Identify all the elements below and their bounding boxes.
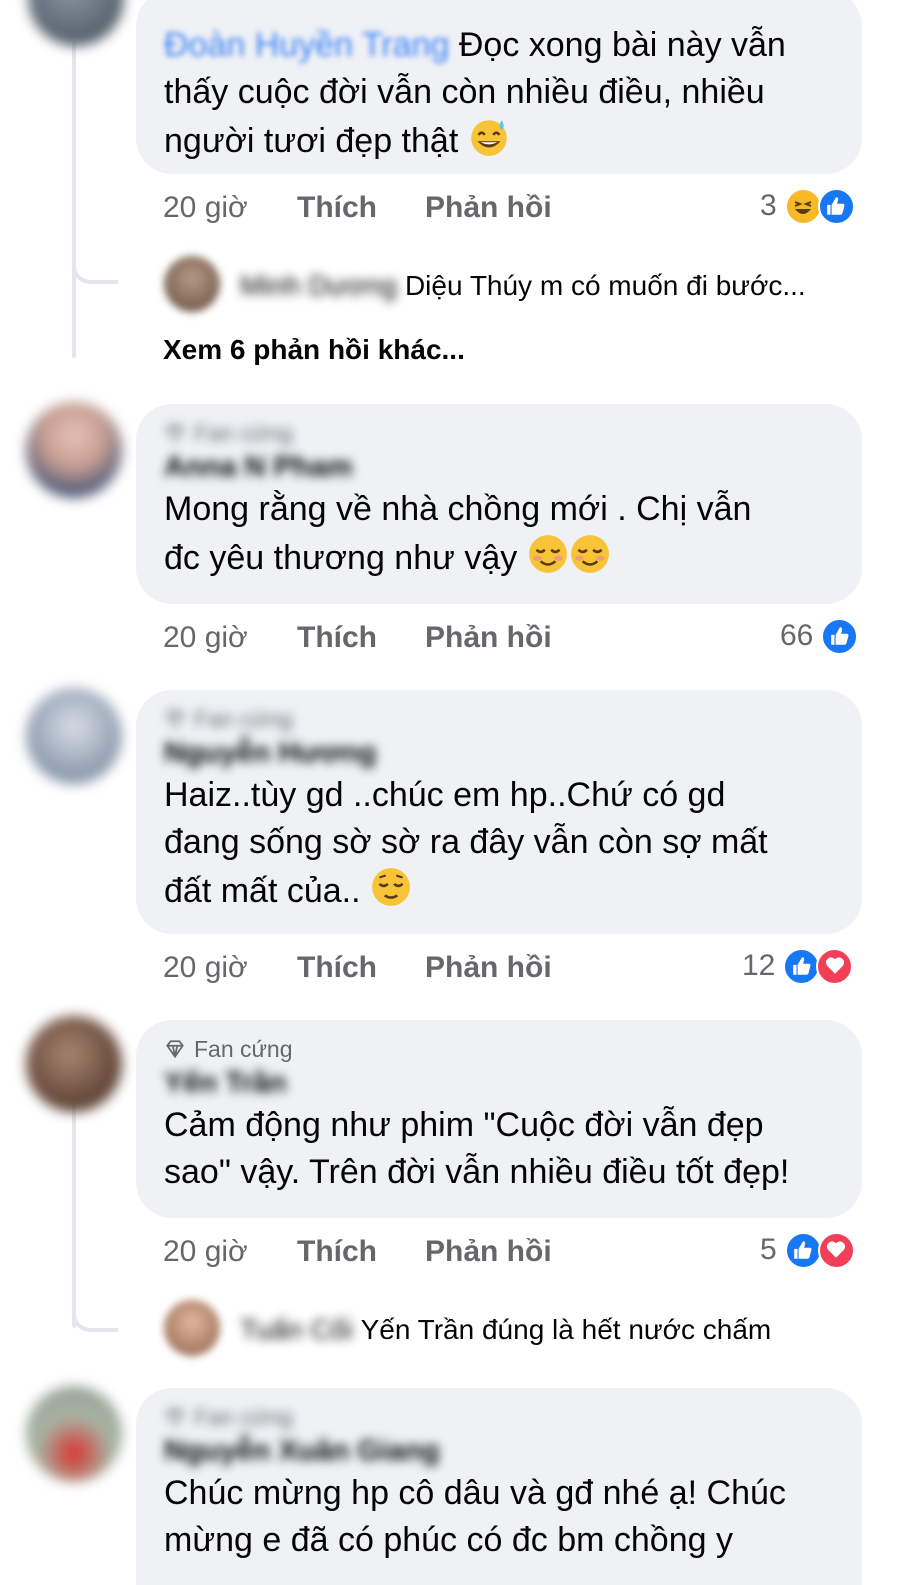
thread-connector [72, 1288, 118, 1332]
reply-text: Yến Trần đúng là hết nước chấm [360, 1314, 772, 1345]
reaction-summary[interactable]: 3 [760, 186, 855, 226]
comment-actions: 20 giờ Thích Phản hồi [163, 1232, 552, 1272]
comment-text: đc yêu thương như vậy [164, 533, 834, 582]
comment-text: Đoàn Huyền Trang Đọc xong bài này vẫn [164, 26, 786, 64]
sweat-smile-emoji [470, 120, 507, 156]
comment-text: Cảm động như phim "Cuộc đời vẫn đẹp [164, 1106, 764, 1144]
reply-author[interactable]: Minh Dương [240, 270, 397, 302]
reaction-count: 66 [780, 619, 814, 652]
commenter-avatar[interactable] [28, 0, 124, 46]
comment-text: người tươi đẹp thật [164, 116, 834, 165]
thread-line [72, 40, 76, 358]
comment-author[interactable]: Anna N Pham [164, 448, 834, 486]
reply-button[interactable]: Phản hồi [425, 1235, 552, 1269]
reply-preview[interactable]: Tuấn Cối Yến Trần đúng là hết nước chấm [240, 1310, 771, 1350]
comment-bubble: Fan cứng Yến Trần Cảm động như phim "Cuộ… [136, 1020, 862, 1218]
love-icon [817, 1231, 855, 1269]
comment-actions: 20 giờ Thích Phản hồi [163, 618, 552, 658]
reaction-summary[interactable]: 5 [760, 1230, 855, 1270]
like-icon [784, 1231, 822, 1269]
reply-text: Diệu Thúy m có muốn đi bước... [404, 270, 806, 301]
comment-time[interactable]: 20 giờ [163, 191, 297, 225]
reaction-count: 5 [760, 1233, 777, 1266]
comment-text: mừng e đã có phúc có đc bm chồng y [164, 1521, 733, 1559]
fan-badge: Fan cứng [164, 704, 834, 734]
like-icon [783, 947, 821, 985]
comment-time[interactable]: 20 giờ [163, 621, 297, 655]
reply-button[interactable]: Phản hồi [425, 951, 552, 985]
comment-text: Haiz..tùy gd ..chúc em hp..Chứ có gd [164, 776, 726, 814]
comment-time[interactable]: 20 giờ [163, 951, 297, 985]
like-icon [817, 187, 855, 225]
commenter-avatar[interactable] [26, 1386, 122, 1482]
reaction-summary[interactable]: 12 [742, 946, 854, 986]
reply-author[interactable]: Tuấn Cối [240, 1314, 353, 1346]
relieved-emoji [372, 868, 410, 906]
diamond-icon [166, 710, 184, 729]
comment-bubble: Fan cứng Anna N Pham Mong rằng về nhà ch… [136, 404, 862, 604]
haha-icon [784, 187, 822, 225]
reply-preview[interactable]: Minh Dương Diệu Thúy m có muốn đi bước..… [240, 266, 806, 306]
reply-button[interactable]: Phản hồi [425, 191, 552, 225]
comment-bubble: Fan cứng Nguyễn Hương Haiz..tùy gd ..chú… [136, 690, 862, 934]
reaction-count: 12 [742, 949, 776, 982]
comment-author[interactable]: Nguyễn Hương [164, 734, 834, 772]
comment-author[interactable]: Đoàn Huyền Trang [164, 26, 449, 64]
comment-text: đang sống sờ sờ ra đây vẫn còn sợ mất [164, 823, 768, 861]
view-more-replies-link[interactable]: Xem 6 phản hồi khác... [163, 334, 465, 366]
smiling-blush-emoji [570, 535, 609, 573]
thread-connector [72, 240, 118, 284]
comment-text: Mong rằng về nhà chồng mới . Chị vẫn [164, 490, 752, 528]
reply-avatar[interactable] [164, 256, 220, 312]
reaction-summary[interactable]: 66 [780, 616, 859, 656]
like-button[interactable]: Thích [297, 1235, 425, 1269]
smiling-blush-emoji [528, 535, 567, 573]
like-icon [821, 617, 859, 655]
comment-time[interactable]: 20 giờ [163, 1235, 297, 1269]
reply-button[interactable]: Phản hồi [425, 621, 552, 655]
comment-text: thấy cuộc đời vẫn còn nhiều điều, nhiều [164, 73, 765, 111]
fan-badge: Fan cứng [164, 418, 834, 448]
comment-text: sao" vậy. Trên đời vẫn nhiều điều tốt đẹ… [164, 1153, 790, 1191]
fan-badge: Fan cứng [164, 1402, 834, 1432]
reaction-count: 3 [760, 189, 777, 222]
commenter-avatar[interactable] [26, 688, 122, 784]
commenter-avatar[interactable] [26, 1016, 122, 1112]
comment-text: đất mất của.. [164, 866, 834, 915]
comment-bubble: Fan cứng Nguyễn Xuân Giang Chúc mừng hp … [136, 1388, 862, 1585]
fan-badge: Fan cứng [164, 1034, 834, 1064]
commenter-avatar[interactable] [26, 402, 122, 498]
comment-text: Chúc mừng hp cô dâu và gđ nhé ạ! Chúc [164, 1474, 786, 1512]
comment-actions: 20 giờ Thích Phản hồi [163, 188, 552, 228]
love-icon [816, 947, 854, 985]
comment-author[interactable]: Nguyễn Xuân Giang [164, 1432, 834, 1470]
diamond-icon [166, 1408, 184, 1427]
like-button[interactable]: Thích [297, 621, 425, 655]
diamond-icon [166, 1040, 184, 1059]
diamond-icon [166, 424, 184, 443]
comment-bubble: Đoàn Huyền Trang Đọc xong bài này vẫn th… [136, 0, 862, 174]
comment-author[interactable]: Yến Trần [164, 1064, 834, 1102]
reply-avatar[interactable] [164, 1300, 220, 1356]
comment-actions: 20 giờ Thích Phản hồi [163, 948, 552, 988]
like-button[interactable]: Thích [297, 951, 425, 985]
like-button[interactable]: Thích [297, 191, 425, 225]
